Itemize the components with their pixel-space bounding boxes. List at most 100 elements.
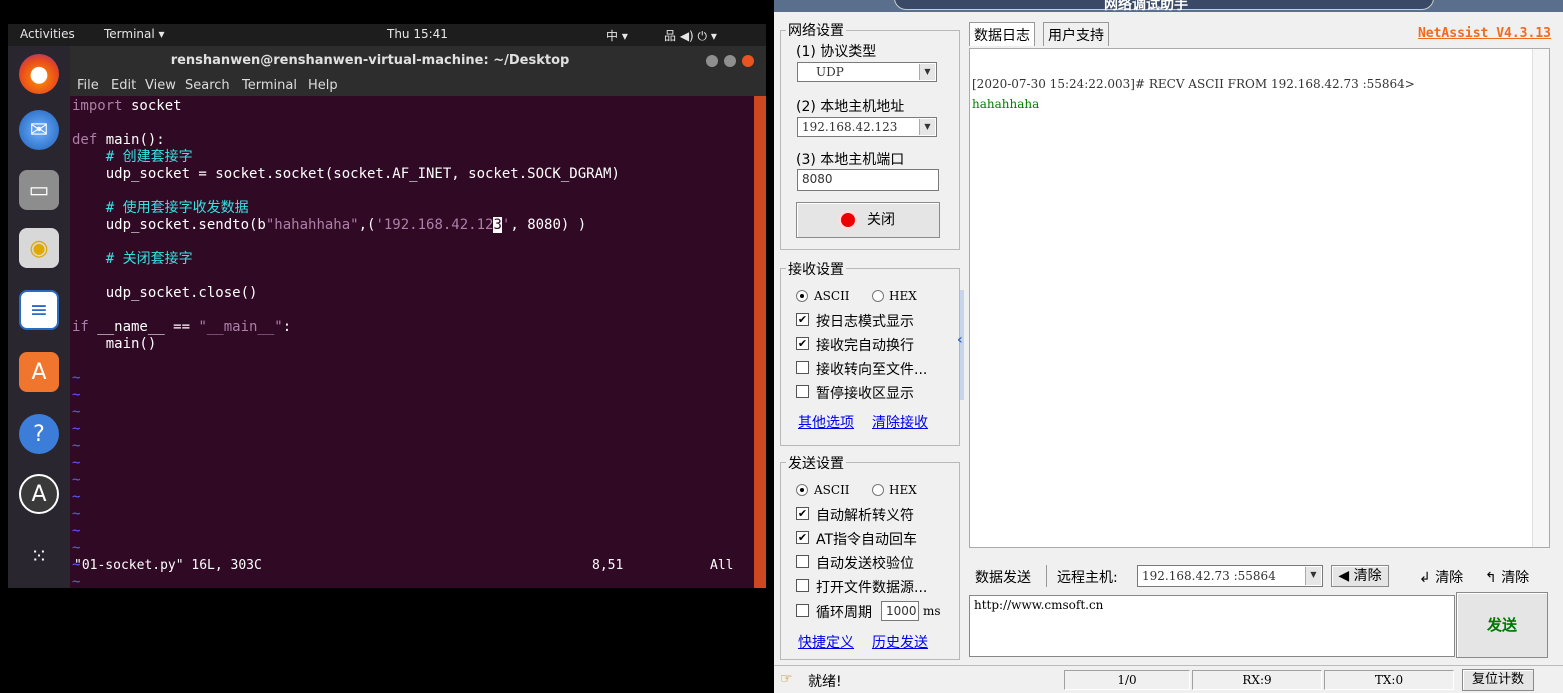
receive-hex-radio[interactable] bbox=[872, 290, 884, 302]
send-ascii-radio[interactable] bbox=[796, 484, 808, 496]
firefox-icon[interactable]: ● bbox=[19, 54, 59, 94]
netassist-title: 网络调试助手 bbox=[1104, 0, 1188, 13]
auto-newline-label: 接收完自动换行 bbox=[816, 338, 914, 354]
text-cursor: 3 bbox=[493, 217, 502, 233]
menu-help[interactable]: Help bbox=[308, 78, 338, 93]
receive-to-file-checkbox[interactable] bbox=[796, 361, 809, 374]
receive-settings-title: 接收设置 bbox=[786, 259, 846, 279]
chevron-down-icon: ▼ bbox=[919, 119, 935, 135]
collapse-arrow-icon[interactable]: ‹ bbox=[957, 332, 963, 348]
host-label: (2) 本地主机地址 bbox=[796, 99, 905, 115]
close-icon[interactable] bbox=[742, 55, 754, 67]
empty-line-marker: ~ bbox=[72, 574, 81, 590]
chevron-down-icon: ▼ bbox=[1305, 567, 1321, 585]
auto-newline-checkbox[interactable]: ✔ bbox=[796, 337, 809, 350]
clock[interactable]: Thu 15:41 bbox=[387, 27, 448, 41]
parse-escape-checkbox[interactable]: ✔ bbox=[796, 507, 809, 520]
pause-display-label: 暂停接收区显示 bbox=[816, 386, 914, 402]
auto-checksum-label: 自动发送校验位 bbox=[816, 556, 914, 572]
host-select[interactable]: 192.168.42.123 ▼ bbox=[797, 117, 937, 137]
tab-user-support[interactable]: 用户支持 bbox=[1043, 22, 1109, 46]
log-scrollbar[interactable] bbox=[1532, 49, 1549, 547]
code-line: import socket bbox=[72, 98, 182, 114]
terminal-window[interactable]: renshanwen@renshanwen-virtual-machine: ~… bbox=[70, 46, 766, 590]
receive-ascii-radio[interactable] bbox=[796, 290, 808, 302]
menu-file[interactable]: File bbox=[77, 78, 99, 93]
rx-counter: RX:9 bbox=[1192, 670, 1322, 690]
minimize-icon[interactable] bbox=[706, 55, 718, 67]
parse-escape-label: 自动解析转义符 bbox=[816, 508, 914, 524]
receive-hex-label: HEX bbox=[889, 289, 917, 303]
netassist-titlebar[interactable]: 网络调试助手 bbox=[774, 0, 1563, 13]
cycle-unit: ms bbox=[923, 604, 941, 618]
netassist-window: 网络调试助手 网络设置 (1) 协议类型 UDP ▼ (2) 本地主机地址 19… bbox=[774, 0, 1563, 693]
code-comment: # 使用套接字收发数据 bbox=[72, 200, 249, 216]
packet-count: 1/0 bbox=[1064, 670, 1190, 690]
auto-checksum-checkbox[interactable] bbox=[796, 555, 809, 568]
code-line: main() bbox=[72, 336, 157, 352]
activities-button[interactable]: Activities bbox=[20, 27, 75, 41]
code-line: def main(): bbox=[72, 132, 165, 148]
file-source-checkbox[interactable] bbox=[796, 579, 809, 592]
brand-link[interactable]: NetAssist V4.3.13 bbox=[1418, 26, 1551, 41]
menu-terminal[interactable]: Terminal bbox=[242, 78, 297, 93]
input-method-menu[interactable]: 中 ▾ bbox=[606, 27, 628, 44]
port-input[interactable]: 8080 bbox=[797, 169, 939, 191]
thunderbird-icon[interactable]: ✉ bbox=[19, 110, 59, 150]
empty-line-marker: ~ bbox=[72, 370, 81, 386]
show-apps-icon[interactable]: ⁙ bbox=[19, 536, 59, 576]
software-center-icon[interactable]: A bbox=[19, 352, 59, 392]
remote-host-select[interactable]: 192.168.42.73 :55864 ▼ bbox=[1137, 565, 1323, 587]
send-button[interactable]: 发送 bbox=[1456, 592, 1548, 658]
send-textarea[interactable]: http://www.cmsoft.cn bbox=[969, 595, 1455, 657]
clear-remote-button[interactable]: ◀ 清除 bbox=[1331, 565, 1389, 587]
clear-receive-link[interactable]: 清除接收 bbox=[872, 412, 928, 432]
send-hex-radio[interactable] bbox=[872, 484, 884, 496]
cycle-checkbox[interactable] bbox=[796, 604, 809, 617]
pause-display-checkbox[interactable] bbox=[796, 385, 809, 398]
send-history-link[interactable]: 历史发送 bbox=[872, 632, 928, 652]
empty-line-marker: ~ bbox=[72, 421, 81, 437]
menu-search[interactable]: Search bbox=[185, 78, 230, 93]
vim-file-info: "01-socket.py" 16L, 303C bbox=[74, 558, 262, 573]
at-auto-cr-label: AT指令自动回车 bbox=[816, 532, 918, 548]
other-options-link[interactable]: 其他选项 bbox=[798, 412, 854, 432]
log-mode-checkbox[interactable]: ✔ bbox=[796, 313, 809, 326]
libreoffice-writer-icon[interactable]: ≡ bbox=[19, 290, 59, 330]
rhythmbox-icon[interactable]: ◉ bbox=[19, 228, 59, 268]
reset-count-button[interactable]: 复位计数 bbox=[1462, 669, 1534, 691]
protocol-select[interactable]: UDP ▼ bbox=[797, 62, 937, 82]
empty-line-marker: ~ bbox=[72, 540, 81, 556]
empty-line-marker: ~ bbox=[72, 506, 81, 522]
menu-edit[interactable]: Edit bbox=[111, 78, 136, 93]
software-updater-icon[interactable]: A bbox=[19, 474, 59, 514]
tab-data-log[interactable]: 数据日志 bbox=[969, 22, 1035, 46]
empty-line-marker: ~ bbox=[72, 438, 81, 454]
cycle-period-input[interactable]: 1000 bbox=[881, 601, 919, 621]
maximize-icon[interactable] bbox=[724, 55, 736, 67]
top-bar: Activities Terminal ▾ Thu 15:41 中 ▾ 品 ◀)… bbox=[8, 24, 766, 46]
separator bbox=[1046, 565, 1047, 587]
port-label: (3) 本地主机端口 bbox=[796, 152, 905, 168]
terminal-titlebar[interactable]: renshanwen@renshanwen-virtual-machine: ~… bbox=[70, 46, 766, 76]
menu-view[interactable]: View bbox=[145, 78, 176, 93]
status-light-icon bbox=[841, 213, 855, 227]
code-line: if __name__ == "__main__": bbox=[72, 319, 292, 335]
close-connection-button[interactable]: 关闭 bbox=[796, 202, 940, 238]
terminal-scrollbar[interactable] bbox=[754, 96, 766, 588]
empty-line-marker: ~ bbox=[72, 387, 81, 403]
code-comment: # 创建套接字 bbox=[72, 149, 193, 165]
files-icon[interactable]: ▭ bbox=[19, 170, 59, 210]
vim-buffer[interactable]: import socket def main(): # 创建套接字 udp_so… bbox=[70, 96, 754, 590]
quick-define-link[interactable]: 快捷定义 bbox=[798, 632, 854, 652]
receive-to-file-label: 接收转向至文件... bbox=[816, 362, 928, 378]
clear-all-button[interactable]: ↰ 清除 bbox=[1485, 567, 1529, 587]
system-status-icons[interactable]: 品 ◀) ⏻ ▾ bbox=[664, 27, 717, 44]
help-icon[interactable]: ? bbox=[19, 414, 59, 454]
clear-send-button[interactable]: ↲ 清除 bbox=[1419, 567, 1463, 587]
receive-log[interactable]: [2020-07-30 15:24:22.003]# RECV ASCII FR… bbox=[969, 48, 1550, 548]
dock: ● ✉ ▭ ◉ ≡ A ? A ⁙ bbox=[8, 46, 70, 588]
receive-ascii-label: ASCII bbox=[814, 289, 850, 303]
at-auto-cr-checkbox[interactable]: ✔ bbox=[796, 531, 809, 544]
terminal-app-menu[interactable]: Terminal ▾ bbox=[104, 27, 165, 41]
